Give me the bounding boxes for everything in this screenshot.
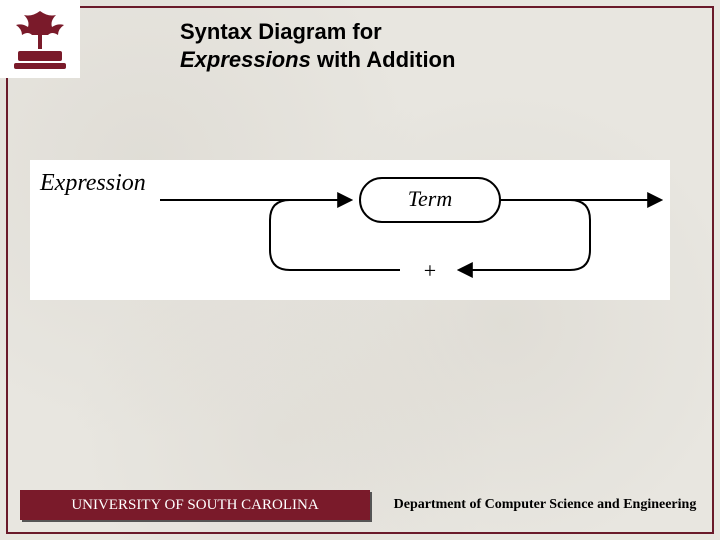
title-italic-word: Expressions [180, 47, 311, 72]
footer-department-text: Department of Computer Science and Engin… [394, 497, 697, 513]
syntax-diagram-svg: Expression Term + [30, 160, 670, 300]
palmetto-logo-icon [10, 7, 70, 71]
footer-department: Department of Computer Science and Engin… [390, 490, 700, 520]
slide-title: Syntax Diagram for Expressions with Addi… [180, 18, 455, 73]
title-line-1: Syntax Diagram for [180, 18, 455, 46]
title-line-2: Expressions with Addition [180, 46, 455, 74]
loop-operator-label: + [424, 258, 436, 283]
footer-university-text: UNIVERSITY OF SOUTH CAROLINA [71, 497, 318, 514]
term-node-label: Term [408, 186, 452, 211]
syntax-diagram: Expression Term + [30, 160, 670, 300]
diagram-entry-label: Expression [39, 170, 146, 196]
university-logo [0, 0, 80, 78]
footer-university-bar: UNIVERSITY OF SOUTH CAROLINA [20, 490, 370, 520]
title-rest: with Addition [311, 47, 456, 72]
